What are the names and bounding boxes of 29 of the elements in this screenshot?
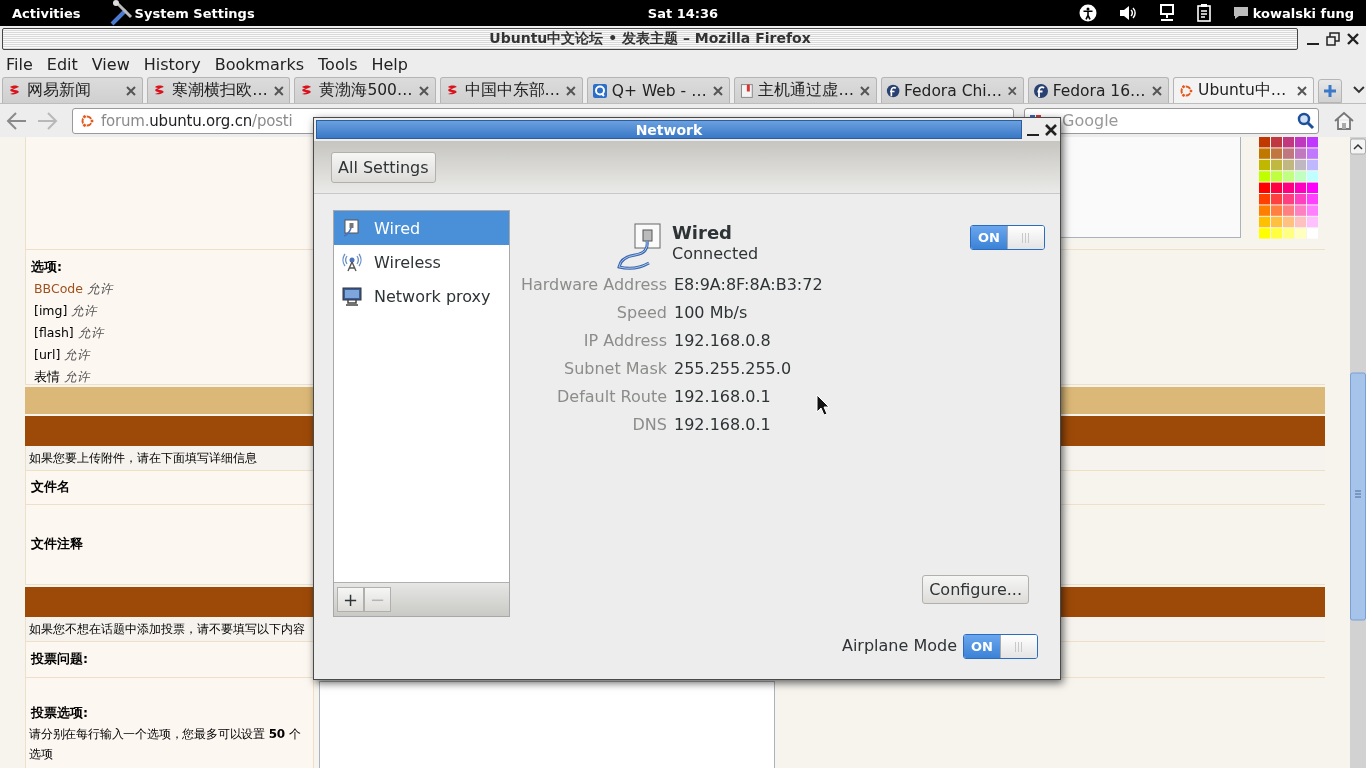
detail-label: Hardware Address — [519, 274, 667, 295]
device-status: Connected — [672, 243, 760, 264]
file-name-label: 文件名 — [31, 479, 70, 496]
detail-label: DNS — [631, 414, 667, 435]
detail-label: Default Route — [556, 386, 667, 407]
detail-value: 255.255.255.0 — [674, 358, 792, 379]
detail-value: E8:9A:8F:8A:B3:72 — [674, 274, 823, 295]
detail-label: IP Address — [582, 330, 667, 351]
airplane-mode-label: Airplane Mode — [841, 635, 957, 655]
poll-notice: 如果您不想在话题中添加投票，请不要填写以下内容 — [29, 620, 305, 638]
option-line: [flash] 允许 — [33, 324, 104, 341]
option-line: [img] 允许 — [33, 302, 98, 319]
file-comment-label: 文件注释 — [31, 536, 83, 553]
device-name: Wired — [672, 222, 733, 243]
detail-value: 192.168.0.8 — [674, 330, 771, 351]
attachment-notice: 如果您要上传附件，请在下面填写详细信息 — [29, 449, 257, 467]
options-title: 选项: — [31, 258, 62, 275]
poll-question-label: 投票问题: — [31, 651, 88, 668]
detail-label: Subnet Mask — [563, 358, 667, 379]
option-line: [url] 允许 — [33, 346, 91, 363]
dialog-title-bar: Network — [316, 120, 1022, 139]
poll-options-label: 投票选项: — [31, 705, 88, 720]
poll-options-hint: 请分别在每行输入一个选项，您最多可以设置 50 个选项 — [29, 726, 302, 763]
window-title: Ubuntu中文论坛 • 发表主题 – Mozilla Firefox — [489, 30, 811, 48]
option-line: 表情 允许 — [33, 368, 90, 385]
detail-value: 100 Mb/s — [674, 302, 748, 323]
detail-value: 192.168.0.1 — [674, 386, 771, 407]
detail-value: 192.168.0.1 — [674, 414, 771, 435]
detail-label: Speed — [615, 302, 667, 323]
